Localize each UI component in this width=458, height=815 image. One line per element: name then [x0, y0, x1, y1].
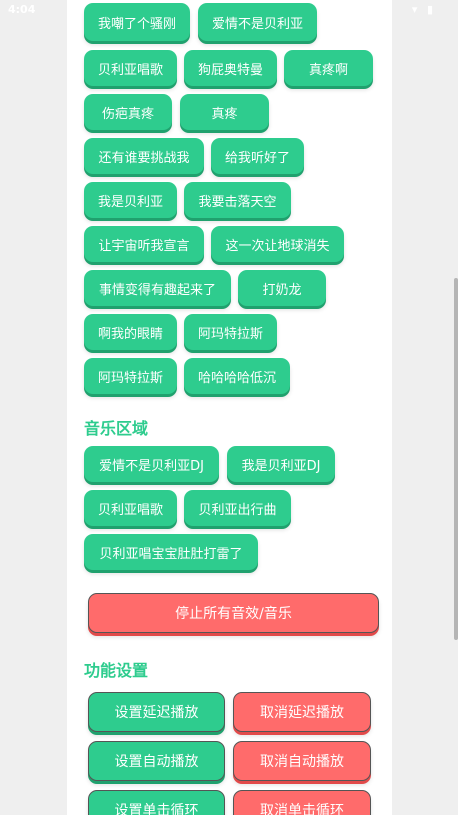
sound-button[interactable]: 狗屁奥特曼: [184, 50, 277, 86]
music-button[interactable]: 我是贝利亚DJ: [227, 446, 335, 482]
music-button[interactable]: 贝利亚唱歌: [84, 490, 177, 526]
set-loop-button[interactable]: 设置单击循环: [88, 790, 225, 815]
status-time: 4:04: [8, 3, 36, 16]
sound-button[interactable]: 我要击落天空: [184, 182, 291, 218]
soundboard-panel: 我嘲了个骚刚 爱情不是贝利亚 贝利亚唱歌 狗屁奥特曼 真疼啊 伤疤真疼 真疼 还…: [67, 0, 392, 815]
sound-button[interactable]: 还有谁要挑战我: [84, 138, 204, 174]
sound-button[interactable]: 哈哈哈哈低沉: [184, 358, 290, 394]
sound-button[interactable]: 阿玛特拉斯: [84, 358, 177, 394]
music-button[interactable]: 贝利亚唱宝宝肚肚打雷了: [84, 534, 258, 570]
cancel-delay-button[interactable]: 取消延迟播放: [233, 692, 371, 732]
scrollbar[interactable]: [454, 278, 458, 640]
music-button[interactable]: 爱情不是贝利亚DJ: [84, 446, 219, 482]
music-section-title: 音乐区域: [84, 419, 149, 438]
sound-button[interactable]: 爱情不是贝利亚: [198, 3, 317, 41]
sound-button[interactable]: 真疼啊: [284, 50, 373, 86]
music-button[interactable]: 贝利亚出行曲: [184, 490, 291, 526]
sound-button[interactable]: 伤疤真疼: [84, 94, 172, 130]
cancel-loop-button[interactable]: 取消单击循环: [233, 790, 371, 815]
sound-button[interactable]: 让宇宙听我宣言: [84, 226, 204, 262]
sound-button[interactable]: 这一次让地球消失: [211, 226, 344, 262]
stop-all-button[interactable]: 停止所有音效/音乐: [88, 593, 379, 633]
set-auto-play-button[interactable]: 设置自动播放: [88, 741, 225, 781]
sound-button[interactable]: 我是贝利亚: [84, 182, 177, 218]
sound-button[interactable]: 我嘲了个骚刚: [84, 3, 190, 41]
cancel-auto-play-button[interactable]: 取消自动播放: [233, 741, 371, 781]
status-icons: ▾ ▮: [411, 3, 436, 16]
sound-button[interactable]: 事情变得有趣起来了: [84, 270, 231, 306]
sound-button[interactable]: 给我听好了: [211, 138, 304, 174]
sound-button[interactable]: 啊我的眼睛: [84, 314, 177, 350]
settings-section-title: 功能设置: [84, 661, 149, 680]
sound-button[interactable]: 贝利亚唱歌: [84, 50, 177, 86]
set-delay-button[interactable]: 设置延迟播放: [88, 692, 225, 732]
sound-button[interactable]: 真疼: [180, 94, 269, 130]
sound-button[interactable]: 打奶龙: [238, 270, 326, 306]
sound-button[interactable]: 阿玛特拉斯: [184, 314, 277, 350]
